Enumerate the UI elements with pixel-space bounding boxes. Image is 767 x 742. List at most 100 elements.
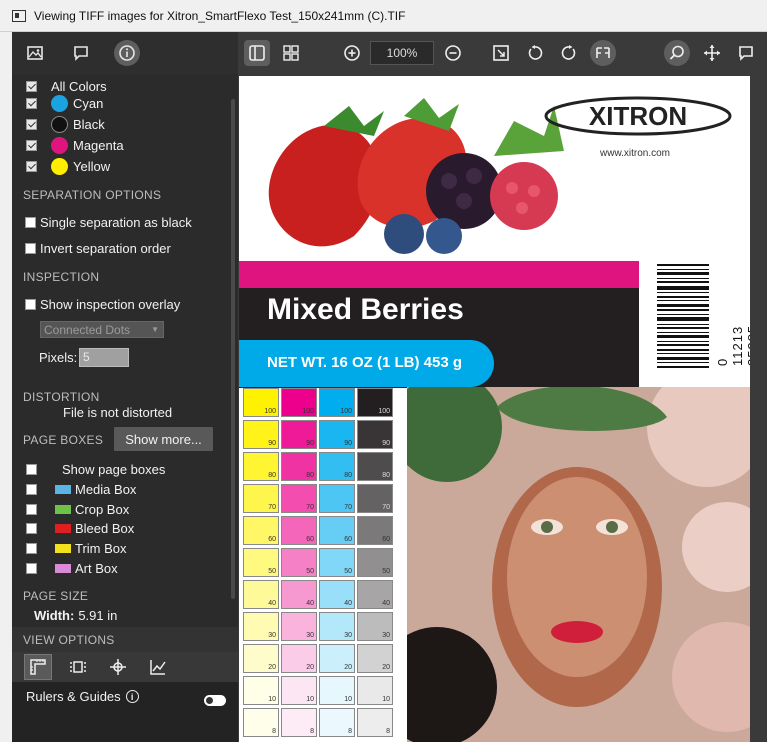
tint-patch: 90 [357, 420, 393, 449]
tint-patch: 40 [319, 580, 355, 609]
fit-icon[interactable] [488, 40, 514, 66]
art-box-swatch [55, 564, 71, 573]
separation-heading: SEPARATION OPTIONS [23, 188, 162, 202]
tint-patch: 40 [281, 580, 317, 609]
flip-icon[interactable] [590, 40, 616, 66]
page-width-label: Width: [34, 608, 75, 623]
chevron-down-icon: ▼ [151, 325, 159, 334]
tint-patch: 60 [319, 516, 355, 545]
tint-patch: 8 [319, 708, 355, 737]
inspection-mode-value: Connected Dots [44, 322, 131, 337]
invert-order-row[interactable]: Invert separation order [25, 241, 171, 256]
pixels-input[interactable]: 5 [79, 348, 129, 367]
bleed-box-swatch [55, 524, 71, 533]
color-row-cyan[interactable]: Cyan [26, 95, 103, 112]
guides-icon[interactable] [64, 654, 92, 680]
color-row-yellow[interactable]: Yellow [26, 158, 110, 175]
show-page-boxes-checkbox[interactable] [26, 464, 37, 475]
single-black-row[interactable]: Single separation as black [25, 215, 192, 230]
inspection-overlay-row[interactable]: Show inspection overlay [25, 297, 180, 312]
tint-patch: 50 [243, 548, 279, 577]
invert-order-checkbox[interactable] [25, 243, 36, 254]
tint-patch: 30 [357, 612, 393, 641]
tint-patch: 20 [319, 644, 355, 673]
page-width-value: 5.91 in [78, 608, 118, 623]
toolbar-left [12, 32, 238, 74]
trim-box-checkbox[interactable] [26, 543, 37, 554]
tint-patch: 30 [243, 612, 279, 641]
berries-image [268, 98, 564, 254]
trim-box-row[interactable]: Trim Box [26, 541, 127, 556]
rotate-left-icon[interactable] [522, 40, 548, 66]
window-titlebar: Viewing TIFF images for Xitron_SmartFlex… [0, 0, 767, 32]
crop-box-checkbox[interactable] [26, 504, 37, 515]
sidebar-scrollbar[interactable] [231, 99, 235, 599]
sidebar-panel: All Colors Cyan Black Magenta Yellow SEP… [12, 74, 238, 742]
info-icon[interactable] [114, 40, 140, 66]
media-box-swatch [55, 485, 71, 494]
art-box-label: Art Box [75, 561, 118, 576]
art-box-row[interactable]: Art Box [26, 561, 118, 576]
media-box-row[interactable]: Media Box [26, 482, 136, 497]
rulers-icon[interactable] [24, 654, 52, 680]
art-box-checkbox[interactable] [26, 563, 37, 574]
pixels-label: Pixels: [39, 350, 78, 365]
graph-icon[interactable] [144, 654, 172, 680]
annotate-icon[interactable] [733, 40, 759, 66]
tint-patch: 90 [243, 420, 279, 449]
tint-patch: 40 [243, 580, 279, 609]
image-icon[interactable] [22, 40, 48, 66]
logo-wordmark: XITRON [589, 101, 687, 131]
all-colors-label: All Colors [51, 79, 107, 94]
all-colors-checkbox[interactable] [26, 81, 37, 92]
tint-patch: 80 [319, 452, 355, 481]
rulers-guides-label: Rulers & Guides [26, 689, 121, 704]
inspection-overlay-checkbox[interactable] [25, 299, 36, 310]
tint-patch: 80 [357, 452, 393, 481]
barcode-bars [657, 264, 709, 368]
comment-icon[interactable] [68, 40, 94, 66]
cyan-checkbox[interactable] [26, 98, 37, 109]
rulers-guides-toggle[interactable] [204, 695, 226, 706]
inspection-mode-select[interactable]: Connected Dots ▼ [40, 321, 164, 338]
zoom-level-field[interactable]: 100% [370, 41, 434, 65]
color-row-magenta[interactable]: Magenta [26, 137, 124, 154]
tint-patch: 100 [357, 388, 393, 417]
bleed-box-row[interactable]: Bleed Box [26, 521, 134, 536]
view-options-header: VIEW OPTIONS [12, 627, 238, 652]
single-black-checkbox[interactable] [25, 217, 36, 228]
tint-patch: 10 [319, 676, 355, 705]
page-width-row: Width: 5.91 in [34, 608, 117, 623]
zoom-in-icon[interactable] [339, 40, 365, 66]
panel-icon[interactable] [244, 40, 270, 66]
trim-box-label: Trim Box [75, 541, 127, 556]
tint-patch: 90 [319, 420, 355, 449]
tint-patch: 10 [243, 676, 279, 705]
crosshair-icon[interactable] [104, 654, 132, 680]
bleed-box-label: Bleed Box [75, 521, 135, 536]
media-box-label: Media Box [75, 482, 137, 497]
pan-icon[interactable] [699, 40, 725, 66]
bleed-box-checkbox[interactable] [26, 523, 37, 534]
color-row-black[interactable]: Black [26, 116, 105, 133]
media-box-checkbox[interactable] [26, 484, 37, 495]
yellow-checkbox[interactable] [26, 161, 37, 172]
brand-url: www.xitron.com [600, 148, 671, 159]
show-page-boxes-row[interactable]: Show page boxes [26, 462, 165, 477]
single-black-label: Single separation as black [40, 215, 192, 230]
black-swatch [51, 116, 68, 133]
show-more-button[interactable]: Show more... [114, 427, 213, 451]
rotate-right-icon[interactable] [556, 40, 582, 66]
tint-patch: 90 [281, 420, 317, 449]
magnifier-icon[interactable] [664, 40, 690, 66]
info-icon[interactable]: i [125, 690, 139, 703]
net-weight: NET WT. 16 OZ (1 LB) 453 g [267, 354, 463, 371]
all-colors-row[interactable]: All Colors [26, 79, 107, 94]
thumbnails-icon[interactable] [278, 40, 304, 66]
black-checkbox[interactable] [26, 119, 37, 130]
zoom-out-icon[interactable] [440, 40, 466, 66]
magenta-checkbox[interactable] [26, 140, 37, 151]
document-canvas[interactable]: XITRON www.xitron.com Mixed Berries NET … [238, 74, 767, 742]
crop-box-row[interactable]: Crop Box [26, 502, 129, 517]
toolbar-right: 100% [238, 32, 767, 74]
